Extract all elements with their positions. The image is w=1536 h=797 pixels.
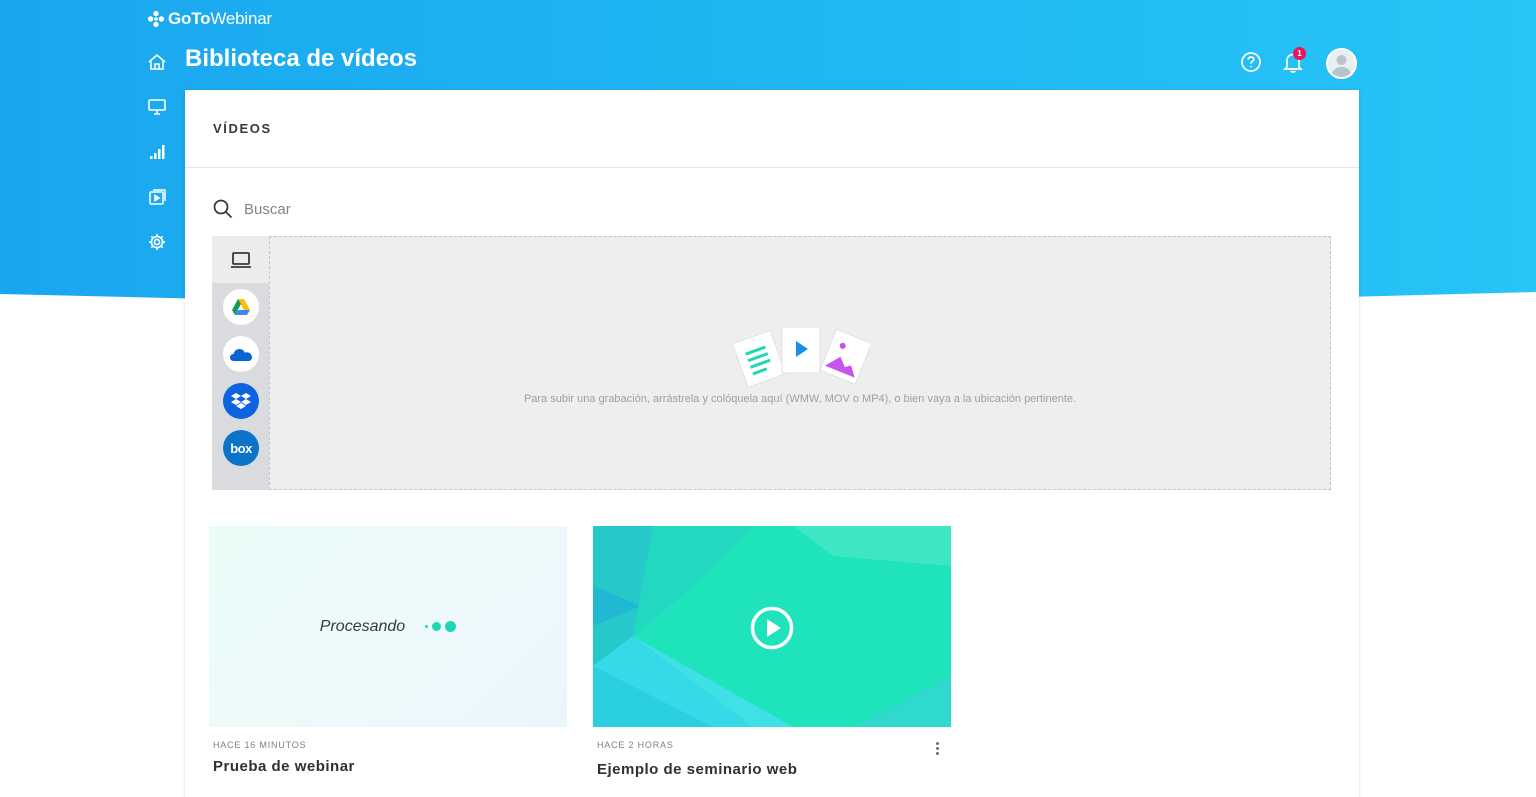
source-dropbox[interactable] (223, 383, 259, 419)
section-title: VÍDEOS (213, 121, 272, 136)
logo-text: GoToWebinar (168, 9, 272, 28)
box-icon: box (230, 440, 252, 456)
search-bar (212, 198, 544, 220)
logo-flower-icon (147, 10, 165, 28)
processing-spinner-icon (425, 621, 457, 632)
onedrive-icon (230, 349, 252, 361)
video-timestamp: HACE 2 HORAS (597, 740, 674, 750)
file-types-illustration (734, 326, 870, 387)
upload-area: box Para subir una grabación, arrástrela… (212, 236, 1331, 490)
more-options-icon[interactable] (931, 739, 943, 757)
source-computer[interactable] (212, 236, 269, 283)
video-timestamp: HACE 16 MINUTOS (213, 740, 307, 750)
video-library-card: VÍDEOS box (185, 90, 1359, 797)
nav-item-analytics[interactable] (145, 140, 169, 164)
source-google-drive[interactable] (223, 289, 259, 325)
user-icon (1331, 55, 1352, 77)
video-thumbnail[interactable] (593, 526, 951, 727)
page-title: Biblioteca de vídeos (185, 45, 418, 72)
nav-item-settings[interactable] (145, 230, 169, 254)
video-thumbnail-processing[interactable]: Procesando (209, 526, 567, 727)
play-icon[interactable] (750, 606, 794, 650)
gotowebinar-logo[interactable]: GoToWebinar (147, 9, 272, 29)
monitor-icon (148, 99, 166, 115)
video-title[interactable]: Prueba de webinar (209, 758, 567, 775)
card-header: VÍDEOS (185, 90, 1359, 168)
nav-item-webinars[interactable] (145, 95, 169, 119)
settings-icon (149, 234, 165, 250)
source-onedrive[interactable] (223, 336, 259, 372)
video-card[interactable]: Procesando HACE 16 MINUTOS Prueba de web… (209, 526, 567, 775)
search-icon (213, 199, 233, 219)
video-card[interactable]: HACE 2 HORAS Ejemplo de seminario web (593, 526, 951, 778)
video-title[interactable]: Ejemplo de seminario web (593, 761, 951, 778)
help-icon (1241, 52, 1261, 72)
notifications-button[interactable]: 1 (1280, 47, 1306, 77)
analytics-icon (150, 145, 165, 159)
upload-sources: box (212, 236, 269, 490)
help-button[interactable] (1238, 47, 1264, 77)
drop-hint: Para subir una grabación, arrástrela y c… (523, 393, 1077, 405)
source-box[interactable]: box (223, 430, 259, 466)
dropbox-icon (231, 393, 251, 409)
processing-status: Procesando (319, 617, 406, 635)
user-avatar[interactable] (1326, 48, 1357, 79)
home-icon (148, 53, 166, 70)
computer-icon (230, 251, 251, 268)
video-library-icon (149, 189, 166, 205)
nav-item-home[interactable] (145, 50, 169, 74)
drop-zone[interactable]: Para subir una grabación, arrástrela y c… (269, 236, 1331, 490)
google-drive-icon (232, 299, 250, 315)
notification-badge: 1 (1293, 47, 1306, 60)
nav-item-video-library[interactable] (145, 185, 169, 209)
search-input[interactable] (244, 200, 544, 218)
